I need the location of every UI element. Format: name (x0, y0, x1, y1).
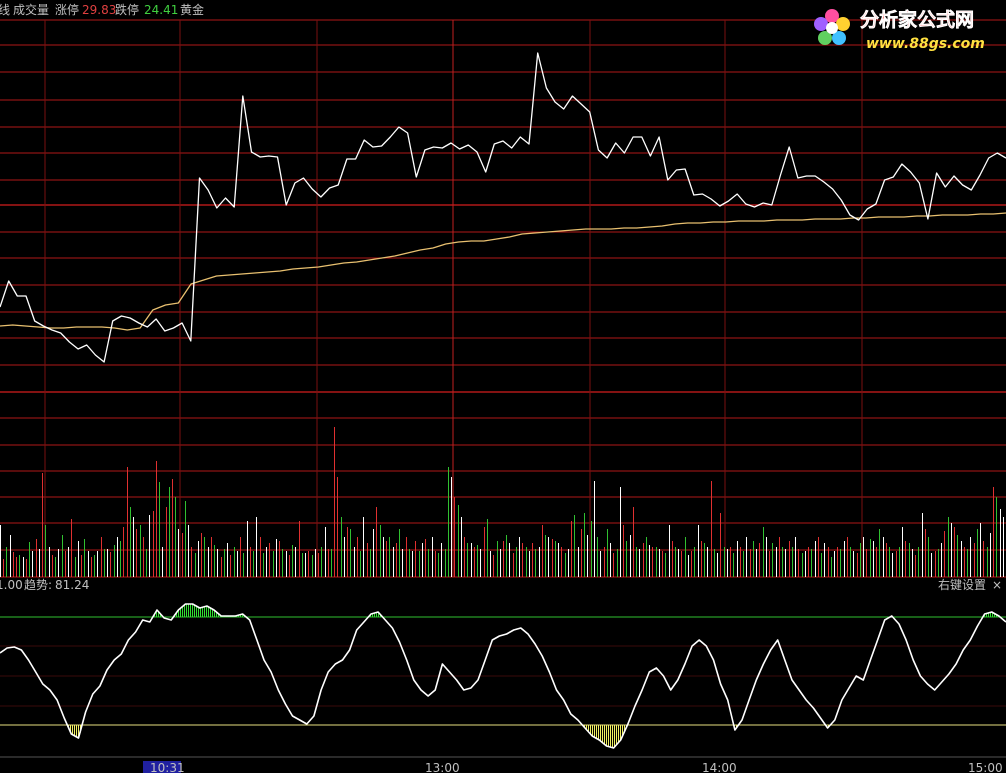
chart-background (0, 0, 1006, 773)
gold-label: 黄金 (180, 2, 204, 17)
time-tick-1: 10:31 (150, 761, 185, 773)
intraday-chart: 线 成交量 涨停 29.83 跌停 24.41 黄金 分析家公式网 www.88… (0, 0, 1006, 773)
limit-down-label: 跌停 (115, 2, 139, 17)
time-tick-3: 14:00 (702, 761, 737, 773)
indicator-left-value: 1.00 (0, 578, 23, 592)
volume-label: 成交量 (13, 2, 49, 17)
header-prefix: 线 (0, 3, 10, 17)
time-tick-4: 15:00 (968, 761, 1003, 773)
logo-title: 分析家公式网 (860, 8, 974, 31)
time-tick-2: 13:00 (425, 761, 460, 773)
limit-down-value: 24.41 (144, 3, 178, 17)
logo-url: www.88gs.com (866, 36, 985, 52)
limit-up-label: 涨停 (55, 2, 79, 17)
right-click-settings[interactable]: 右键设置 (938, 577, 986, 592)
trend-label: 趋势: (24, 578, 52, 592)
limit-up-value: 29.83 (82, 3, 116, 17)
close-icon[interactable]: × (992, 578, 1002, 592)
trend-value: 81.24 (55, 578, 89, 592)
